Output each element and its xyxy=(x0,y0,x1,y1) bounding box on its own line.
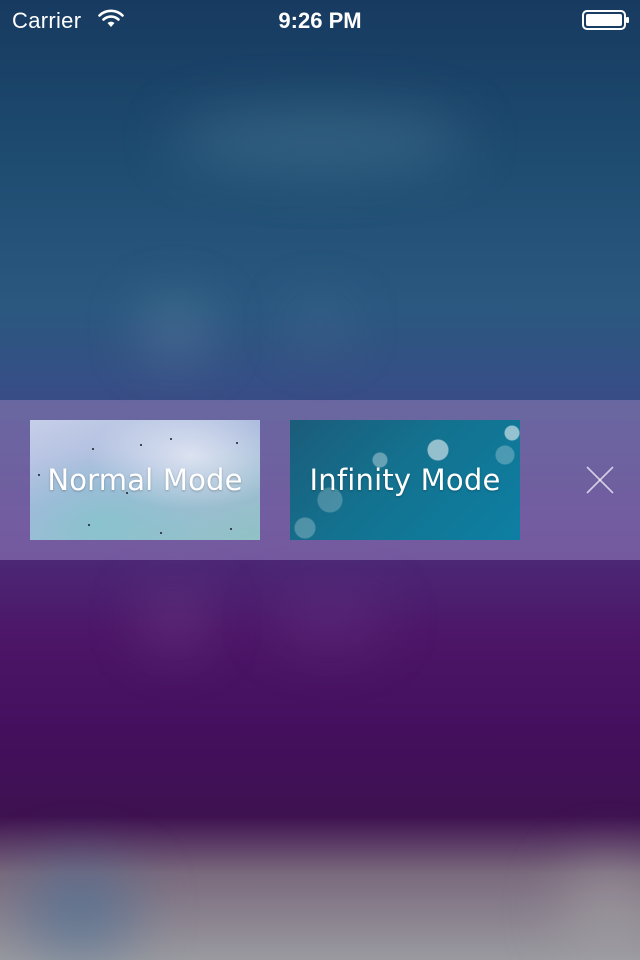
mode-selection-bar: Normal Mode Infinity Mode xyxy=(0,400,640,560)
background-blur xyxy=(140,590,210,650)
status-bar: Carrier 9:26 PM xyxy=(0,0,640,40)
normal-mode-button[interactable]: Normal Mode xyxy=(30,420,260,540)
infinity-mode-button[interactable]: Infinity Mode xyxy=(290,420,520,540)
battery-icon xyxy=(582,10,629,30)
status-time: 9:26 PM xyxy=(278,8,362,33)
infinity-mode-label: Infinity Mode xyxy=(309,463,501,497)
close-icon[interactable] xyxy=(580,460,620,500)
background-blur xyxy=(560,860,640,960)
background-blur xyxy=(170,110,470,170)
background-blur xyxy=(290,300,350,350)
background-blur xyxy=(140,300,210,360)
background-blur xyxy=(20,860,140,960)
background-blur xyxy=(270,590,390,650)
app-screen: Carrier 9:26 PM Normal Mode Infinity Mod… xyxy=(0,0,640,960)
normal-mode-label: Normal Mode xyxy=(47,463,243,497)
